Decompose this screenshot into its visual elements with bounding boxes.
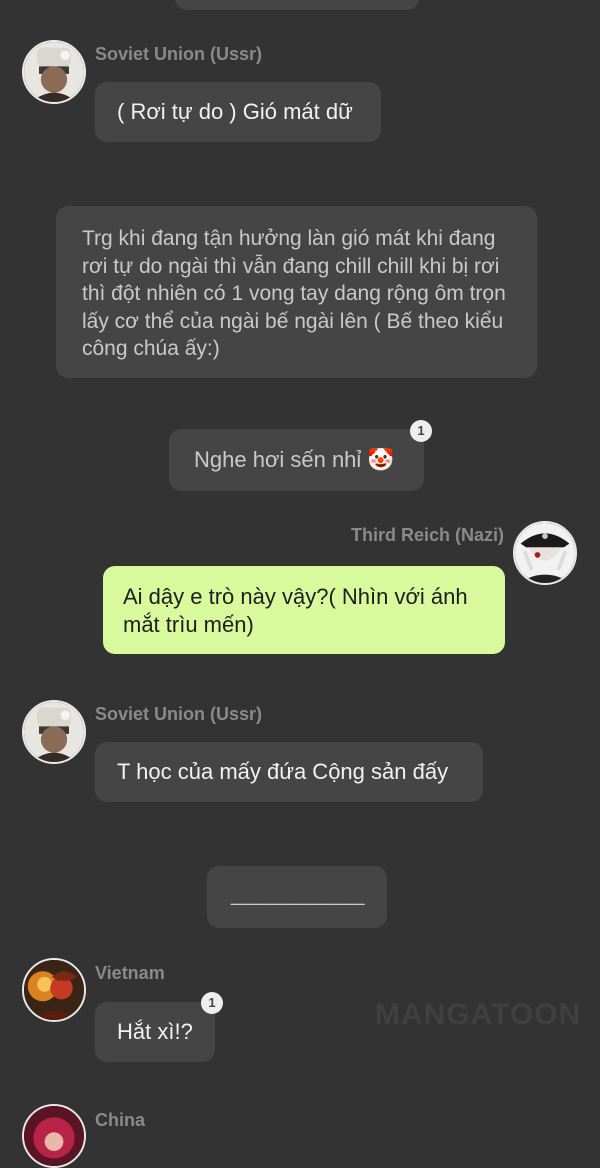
avatar-image (24, 960, 84, 1020)
watermark: MANGATOON (375, 998, 582, 1031)
message-bubble[interactable]: Nghe hơi sến nhỉ 🤡 (169, 429, 424, 491)
own-message-bubble[interactable]: Ai dậy e trò này vậy?( Nhìn với ánh mắt … (103, 566, 505, 654)
narration-text: Trg khi đang tận hưởng làn gió mát khi đ… (82, 227, 506, 360)
separator-bubble[interactable]: ____________ (207, 866, 387, 928)
message-bubble[interactable]: Hắt xì!? (95, 1002, 215, 1062)
message-bubble[interactable]: ( Rơi tự do ) Gió mát dữ (95, 82, 381, 142)
reaction-count-badge[interactable]: 1 (201, 992, 223, 1014)
message-text: ( Rơi tự do ) Gió mát dữ (117, 99, 353, 124)
sender-name: China (95, 1110, 146, 1130)
avatar-soviet-union[interactable] (22, 40, 86, 104)
avatar-soviet-union[interactable] (22, 700, 86, 764)
message-text: Ai dậy e trò này vậy?( Nhìn với ánh mắt … (123, 584, 468, 637)
avatar-image (24, 1106, 84, 1166)
message-bubble[interactable]: T học của mấy đứa Cộng sản đấy (95, 742, 483, 802)
sender-name: Third Reich (Nazi) (350, 525, 504, 545)
reaction-count-badge[interactable]: 1 (410, 420, 432, 442)
avatar-image (24, 702, 84, 762)
avatar-third-reich[interactable] (513, 521, 577, 585)
sender-name: Soviet Union (Ussr) (95, 704, 263, 724)
avatar-china[interactable] (22, 1104, 86, 1168)
message-text: Hắt xì!? (117, 1019, 193, 1044)
separator-text: ____________ (231, 884, 365, 906)
narration-bubble[interactable]: Trg khi đang tận hưởng làn gió mát khi đ… (56, 206, 537, 378)
message-text: Nghe hơi sến nhỉ 🤡 (194, 447, 395, 472)
partial-message-bubble (175, 0, 419, 10)
avatar-image (515, 523, 575, 583)
sender-name: Vietnam (95, 963, 165, 983)
message-text: T học của mấy đứa Cộng sản đấy (117, 759, 449, 784)
sender-name: Soviet Union (Ussr) (95, 44, 263, 64)
avatar-vietnam[interactable] (22, 958, 86, 1022)
avatar-image (24, 42, 84, 102)
